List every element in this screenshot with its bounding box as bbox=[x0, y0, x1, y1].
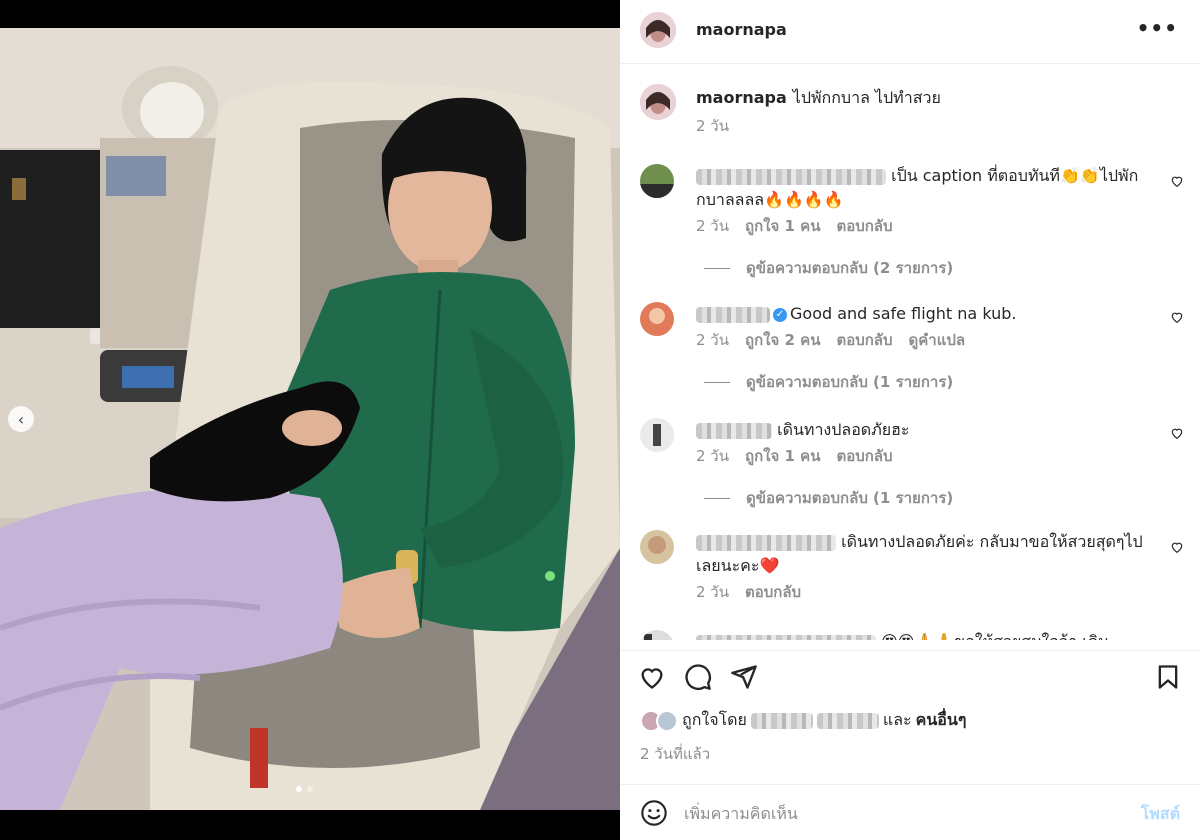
replies-divider bbox=[704, 497, 730, 499]
comment-like-heart-icon[interactable] bbox=[1170, 540, 1184, 554]
likes-summary: ถูกใจโดย และ คนอื่นๆ bbox=[640, 708, 966, 733]
comment-body: เป็น caption ที่ตอบทันที👏👏ไปพักกบาลลลล🔥🔥… bbox=[696, 164, 1151, 212]
post-photo bbox=[0, 28, 620, 810]
view-replies[interactable]: ดูข้อความตอบกลับ (1 รายการ) bbox=[704, 370, 953, 394]
comment-like-heart-icon[interactable] bbox=[1170, 174, 1184, 188]
comment-text: เดินทางปลอดภัยฮะ bbox=[777, 420, 910, 439]
reply-button[interactable]: ตอบกลับ bbox=[836, 214, 892, 238]
comment-body: เดินทางปลอดภัยฮะ bbox=[696, 418, 1151, 442]
carousel-dot-1 bbox=[296, 786, 302, 792]
post-comment-button[interactable]: โพสต์ bbox=[1141, 802, 1180, 827]
see-translation-button[interactable]: ดูคำแปล bbox=[909, 328, 966, 352]
add-comment-bar: โพสต์ bbox=[620, 784, 1200, 840]
comment-time[interactable]: 2 วัน bbox=[696, 214, 729, 238]
commenter-avatar[interactable] bbox=[640, 630, 674, 640]
post-side-panel: maornapa ••• maornapa ไปพักกบาล ไปทำสวย 2… bbox=[620, 0, 1200, 840]
view-replies-label: ดูข้อความตอบกลับ (1 รายการ) bbox=[746, 373, 954, 391]
comment-meta: 2 วัน ถูกใจ 1 คน ตอบกลับ bbox=[696, 214, 893, 238]
more-options-icon[interactable]: ••• bbox=[1137, 16, 1178, 40]
commenter-avatar[interactable] bbox=[640, 302, 674, 336]
liker-avatar[interactable] bbox=[656, 709, 678, 732]
bookmark-icon[interactable] bbox=[1154, 663, 1182, 691]
chevron-left-icon: ‹ bbox=[17, 409, 25, 429]
caption-time[interactable]: 2 วัน bbox=[696, 114, 729, 138]
carousel-dot-2 bbox=[307, 786, 313, 792]
comment-time[interactable]: 2 วัน bbox=[696, 444, 729, 468]
comments-list: เป็น caption ที่ตอบทันที👏👏ไปพักกบาลลลล🔥🔥… bbox=[620, 150, 1200, 640]
carousel-indicator bbox=[296, 786, 313, 792]
comment-time[interactable]: 2 วัน bbox=[696, 328, 729, 352]
instagram-post-view: ‹ maornapa ••• maornapa ไปพักกบาล ไปทำสวย… bbox=[0, 0, 1200, 840]
post-media: ‹ bbox=[0, 0, 620, 840]
comment-text: 😍😍🙏🙏ขอให้สวยสมใจจ้า เดิน bbox=[881, 632, 1109, 640]
replies-divider bbox=[704, 267, 730, 269]
carousel-prev-button[interactable]: ‹ bbox=[8, 406, 34, 432]
commenter-username-blurred[interactable] bbox=[696, 634, 876, 640]
view-replies[interactable]: ดูข้อความตอบกลับ (1 รายการ) bbox=[704, 486, 953, 510]
comment-text: Good and safe flight na kub. bbox=[790, 304, 1017, 323]
verified-badge-icon: ✓ bbox=[773, 307, 787, 322]
reply-button[interactable]: ตอบกลับ bbox=[836, 328, 892, 352]
comment-body: ✓ Good and safe flight na kub. bbox=[696, 302, 1151, 326]
commenter-username-blurred[interactable] bbox=[696, 168, 886, 185]
likes-others-link[interactable]: คนอื่นๆ bbox=[916, 708, 967, 733]
comment-likes[interactable]: ถูกใจ 1 คน bbox=[745, 444, 820, 468]
comment-likes[interactable]: ถูกใจ 1 คน bbox=[745, 214, 820, 238]
likes-prefix: ถูกใจโดย bbox=[682, 710, 747, 729]
comment-meta: 2 วัน ถูกใจ 2 คน ตอบกลับ ดูคำแปล bbox=[696, 328, 965, 352]
replies-divider bbox=[704, 381, 730, 383]
emoji-icon[interactable] bbox=[640, 799, 668, 827]
comment-meta: 2 วัน ตอบกลับ bbox=[696, 580, 801, 604]
liker-username-blurred[interactable] bbox=[816, 712, 879, 729]
comment-like-heart-icon[interactable] bbox=[1170, 310, 1184, 324]
owner-avatar[interactable] bbox=[640, 12, 676, 48]
caption-text: ไปพักกบาล ไปทำสวย bbox=[792, 88, 941, 107]
owner-username[interactable]: maornapa bbox=[696, 20, 787, 39]
caption-avatar[interactable] bbox=[640, 84, 676, 120]
commenter-avatar[interactable] bbox=[640, 418, 674, 452]
commenter-avatar[interactable] bbox=[640, 164, 674, 198]
commenter-username-blurred[interactable] bbox=[696, 534, 836, 551]
post-header: maornapa ••• bbox=[620, 0, 1200, 64]
caption-username[interactable]: maornapa bbox=[696, 88, 787, 107]
like-heart-icon[interactable] bbox=[638, 663, 666, 691]
post-timestamp[interactable]: 2 วันที่แล้ว bbox=[640, 742, 710, 766]
view-replies-label: ดูข้อความตอบกลับ (1 รายการ) bbox=[746, 489, 954, 507]
post-caption: maornapa ไปพักกบาล ไปทำสวย bbox=[696, 86, 941, 111]
liker-username-blurred[interactable] bbox=[750, 712, 813, 729]
likes-suffix: และ bbox=[882, 710, 912, 729]
reply-button[interactable]: ตอบกลับ bbox=[745, 580, 801, 604]
comment-likes[interactable]: ถูกใจ 2 คน bbox=[745, 328, 820, 352]
comment-meta: 2 วัน ถูกใจ 1 คน ตอบกลับ bbox=[696, 444, 893, 468]
share-send-icon[interactable] bbox=[730, 663, 758, 691]
view-replies-label: ดูข้อความตอบกลับ (2 รายการ) bbox=[746, 259, 954, 277]
comment-bubble-icon[interactable] bbox=[684, 663, 712, 691]
comment-body: 😍😍🙏🙏ขอให้สวยสมใจจ้า เดิน bbox=[696, 630, 1151, 640]
comment-like-heart-icon[interactable] bbox=[1170, 426, 1184, 440]
reply-button[interactable]: ตอบกลับ bbox=[836, 444, 892, 468]
post-actions-bar bbox=[620, 650, 1200, 698]
comment-body: เดินทางปลอดภัยค่ะ กลับมาขอให้สวยสุดๆไปเล… bbox=[696, 530, 1151, 578]
photo-illustration bbox=[0, 28, 620, 810]
comment-time[interactable]: 2 วัน bbox=[696, 580, 729, 604]
view-replies[interactable]: ดูข้อความตอบกลับ (2 รายการ) bbox=[704, 256, 953, 280]
add-comment-input[interactable] bbox=[684, 799, 1084, 827]
commenter-username-blurred[interactable] bbox=[696, 306, 770, 323]
commenter-avatar[interactable] bbox=[640, 530, 674, 564]
commenter-username-blurred[interactable] bbox=[696, 422, 772, 439]
